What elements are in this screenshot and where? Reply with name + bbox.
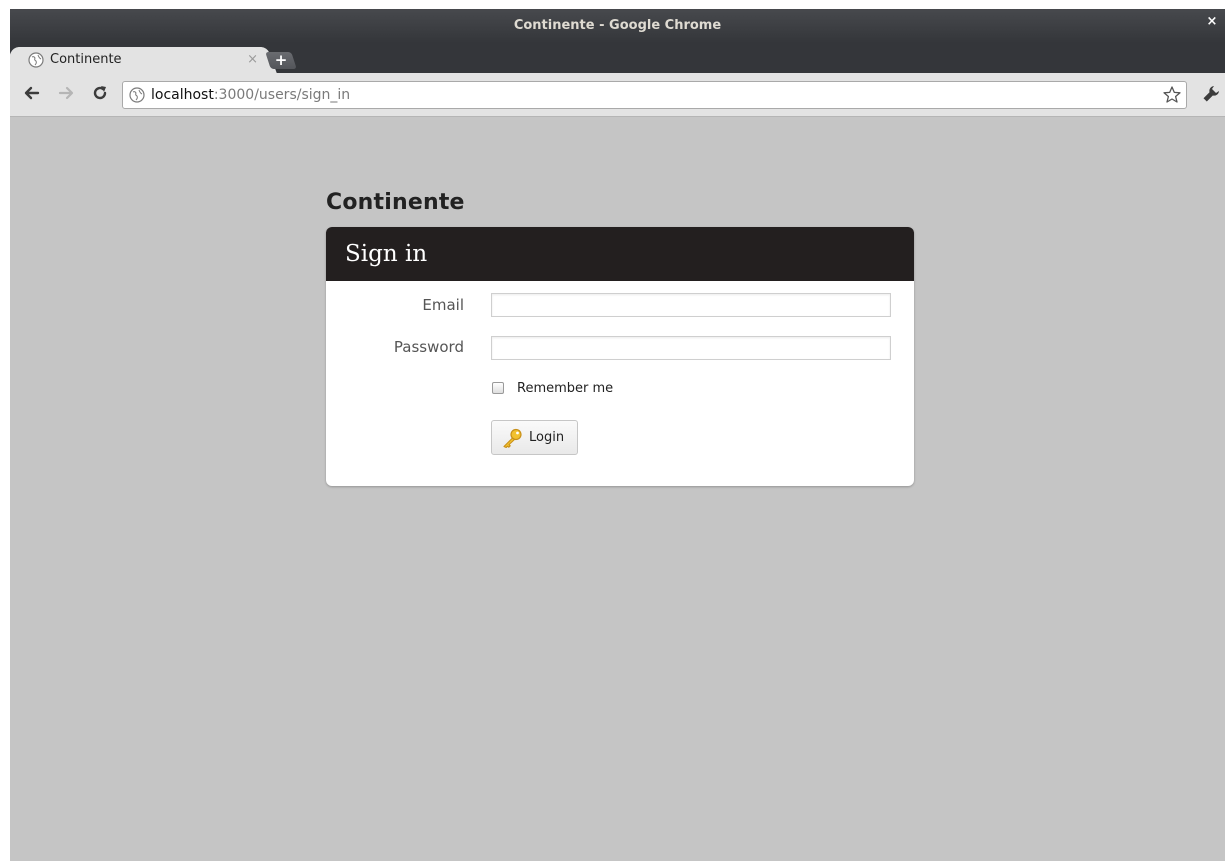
back-arrow-icon — [24, 86, 40, 100]
sign-in-card: Sign in Email Password Remember me Login — [326, 227, 914, 486]
remember-me-checkbox[interactable] — [492, 382, 504, 394]
url-host: localhost — [151, 87, 214, 103]
forward-arrow-icon — [58, 86, 74, 100]
window-title: Continente - Google Chrome — [513, 18, 722, 33]
wrench-icon[interactable] — [1201, 84, 1221, 104]
app-title: Continente — [326, 190, 465, 215]
password-field[interactable] — [491, 336, 891, 360]
forward-button[interactable] — [56, 83, 76, 103]
tab-strip: Continente × + — [10, 43, 1225, 73]
password-label: Password — [393, 338, 464, 356]
address-url[interactable]: localhost:3000/users/sign_in — [151, 87, 350, 104]
tab-continente[interactable]: Continente × — [14, 47, 266, 73]
globe-icon — [129, 87, 145, 103]
sign-in-heading: Sign in — [345, 241, 428, 267]
login-button[interactable]: Login — [491, 420, 578, 455]
globe-icon — [28, 52, 44, 68]
url-path: :3000/users/sign_in — [213, 87, 351, 103]
login-label: Login — [529, 430, 565, 445]
back-button[interactable] — [22, 83, 42, 103]
page-content: Continente Sign in Email Password Rememb… — [10, 117, 1225, 861]
reload-icon — [93, 86, 107, 100]
tab-close-icon[interactable]: × — [247, 51, 258, 68]
email-label: Email — [422, 296, 464, 314]
new-tab-button[interactable]: + — [265, 51, 297, 69]
browser-window: Continente - Google Chrome × Continente … — [10, 9, 1225, 861]
address-bar[interactable]: localhost:3000/users/sign_in — [122, 81, 1187, 109]
remember-me-label[interactable]: Remember me — [517, 380, 613, 398]
tab-title: Continente — [50, 52, 122, 67]
email-field[interactable] — [491, 293, 891, 317]
key-icon — [503, 428, 522, 448]
plus-icon: + — [274, 51, 288, 69]
bookmark-star-icon[interactable] — [1162, 85, 1182, 105]
toolbar: localhost:3000/users/sign_in — [10, 73, 1225, 117]
window-close-button[interactable]: × — [1203, 13, 1221, 31]
title-bar: Continente - Google Chrome × — [10, 9, 1225, 43]
card-header: Sign in — [326, 227, 914, 281]
reload-button[interactable] — [90, 83, 110, 103]
